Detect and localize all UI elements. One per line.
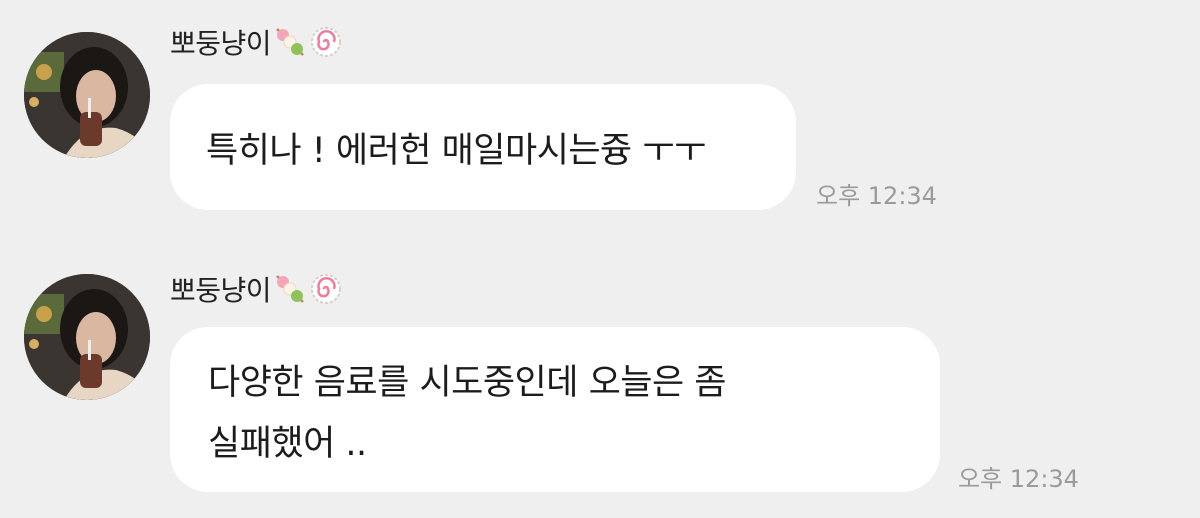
avatar-image: [24, 32, 150, 158]
avatar[interactable]: [24, 32, 150, 158]
message-text: 다양한 음료를 시도중인데 오늘은 좀: [208, 363, 727, 403]
message-bubble[interactable]: 특히나 ! 에러헌 매일마시는즁 ㅜㅜ: [170, 84, 796, 210]
avatar[interactable]: [24, 274, 150, 400]
sender-row: 뽀둥냥이: [170, 22, 343, 62]
message-group: 뽀둥냥이 특히나 ! 에러헌 매일마시는즁 ㅜㅜ 오후 12:34: [0, 0, 1200, 240]
narutomaki-icon: [309, 272, 343, 306]
chat-window: 뽀둥냥이 특히나 ! 에러헌 매일마시는즁 ㅜㅜ 오후 12:34 뽀둥냥이 다…: [0, 0, 1200, 518]
dango-icon: [273, 25, 307, 59]
dango-icon: [273, 272, 307, 306]
message-text: 특히나 ! 에러헌 매일마시는즁 ㅜㅜ: [206, 130, 706, 171]
message-bubble[interactable]: 다양한 음료를 시도중인데 오늘은 좀 실패했어 ..: [170, 327, 940, 492]
sender-row: 뽀둥냥이: [170, 269, 343, 309]
avatar-image: [24, 274, 150, 400]
sender-name[interactable]: 뽀둥냥이: [170, 269, 272, 309]
narutomaki-icon: [309, 25, 343, 59]
message-text: 실패했어 ..: [208, 424, 367, 464]
message-time: 오후 12:34: [816, 182, 937, 210]
message-time: 오후 12:34: [958, 465, 1079, 493]
message-group: 뽀둥냥이 다양한 음료를 시도중인데 오늘은 좀 실패했어 .. 오후 12:3…: [0, 240, 1200, 518]
sender-name[interactable]: 뽀둥냥이: [170, 22, 272, 62]
